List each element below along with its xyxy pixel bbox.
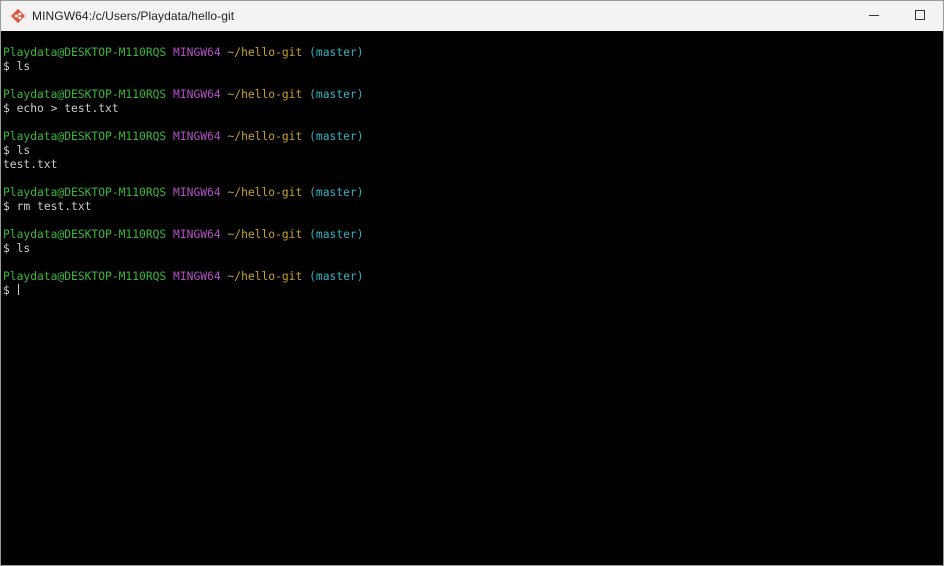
prompt-branch: (master) [309, 46, 364, 59]
prompt-symbol: $ [3, 284, 10, 297]
prompt-system: MINGW64 [173, 46, 221, 59]
command-line: $ rm test.txt [3, 200, 943, 214]
prompt-line: Playdata@DESKTOP-M110RQS MINGW64 ~/hello… [3, 46, 943, 60]
title-bar[interactable]: MINGW64:/c/Users/Playdata/hello-git [1, 1, 943, 31]
prompt-system: MINGW64 [173, 270, 221, 283]
prompt-line: Playdata@DESKTOP-M110RQS MINGW64 ~/hello… [3, 130, 943, 144]
terminal-output[interactable]: Playdata@DESKTOP-M110RQS MINGW64 ~/hello… [1, 31, 943, 565]
window-title: MINGW64:/c/Users/Playdata/hello-git [32, 9, 235, 23]
prompt-path: ~/hello-git [227, 228, 303, 241]
prompt-user-host: Playdata@DESKTOP-M110RQS [3, 46, 167, 59]
prompt-user-host: Playdata@DESKTOP-M110RQS [3, 130, 167, 143]
prompt-branch: (master) [309, 130, 364, 143]
command-text: ls [16, 60, 31, 73]
command-line: $ ls [3, 60, 943, 74]
command-text: echo > test.txt [16, 102, 119, 115]
output-line: test.txt [3, 158, 58, 171]
prompt-symbol: $ [3, 144, 10, 157]
command-text: ls [16, 144, 31, 157]
prompt-system: MINGW64 [173, 130, 221, 143]
maximize-button[interactable] [897, 1, 943, 31]
prompt-user-host: Playdata@DESKTOP-M110RQS [3, 228, 167, 241]
prompt-branch: (master) [309, 270, 364, 283]
prompt-line: Playdata@DESKTOP-M110RQS MINGW64 ~/hello… [3, 270, 943, 284]
prompt-path: ~/hello-git [227, 88, 303, 101]
prompt-line: Playdata@DESKTOP-M110RQS MINGW64 ~/hello… [3, 228, 943, 242]
text-cursor [17, 284, 19, 295]
prompt-branch: (master) [309, 228, 364, 241]
command-line: $ ls [3, 242, 943, 256]
minimize-button[interactable] [851, 1, 897, 31]
prompt-user-host: Playdata@DESKTOP-M110RQS [3, 88, 167, 101]
git-icon [9, 7, 27, 25]
prompt-line: Playdata@DESKTOP-M110RQS MINGW64 ~/hello… [3, 88, 943, 102]
command-line: $ [3, 284, 943, 298]
window-controls [851, 1, 943, 31]
command-line: $ ls [3, 144, 943, 158]
prompt-system: MINGW64 [173, 88, 221, 101]
command-line: $ echo > test.txt [3, 102, 943, 116]
prompt-path: ~/hello-git [227, 186, 303, 199]
command-text: ls [16, 242, 31, 255]
prompt-line: Playdata@DESKTOP-M110RQS MINGW64 ~/hello… [3, 186, 943, 200]
prompt-symbol: $ [3, 102, 10, 115]
prompt-system: MINGW64 [173, 186, 221, 199]
prompt-symbol: $ [3, 60, 10, 73]
maximize-icon [915, 7, 925, 25]
prompt-user-host: Playdata@DESKTOP-M110RQS [3, 270, 167, 283]
command-text: rm test.txt [16, 200, 92, 213]
prompt-symbol: $ [3, 242, 10, 255]
minimize-icon [869, 7, 879, 25]
prompt-branch: (master) [309, 88, 364, 101]
prompt-symbol: $ [3, 200, 10, 213]
terminal-window: MINGW64:/c/Users/Playdata/hello-git Play… [0, 0, 944, 566]
prompt-path: ~/hello-git [227, 130, 303, 143]
prompt-user-host: Playdata@DESKTOP-M110RQS [3, 186, 167, 199]
prompt-branch: (master) [309, 186, 364, 199]
prompt-path: ~/hello-git [227, 270, 303, 283]
prompt-system: MINGW64 [173, 228, 221, 241]
prompt-path: ~/hello-git [227, 46, 303, 59]
